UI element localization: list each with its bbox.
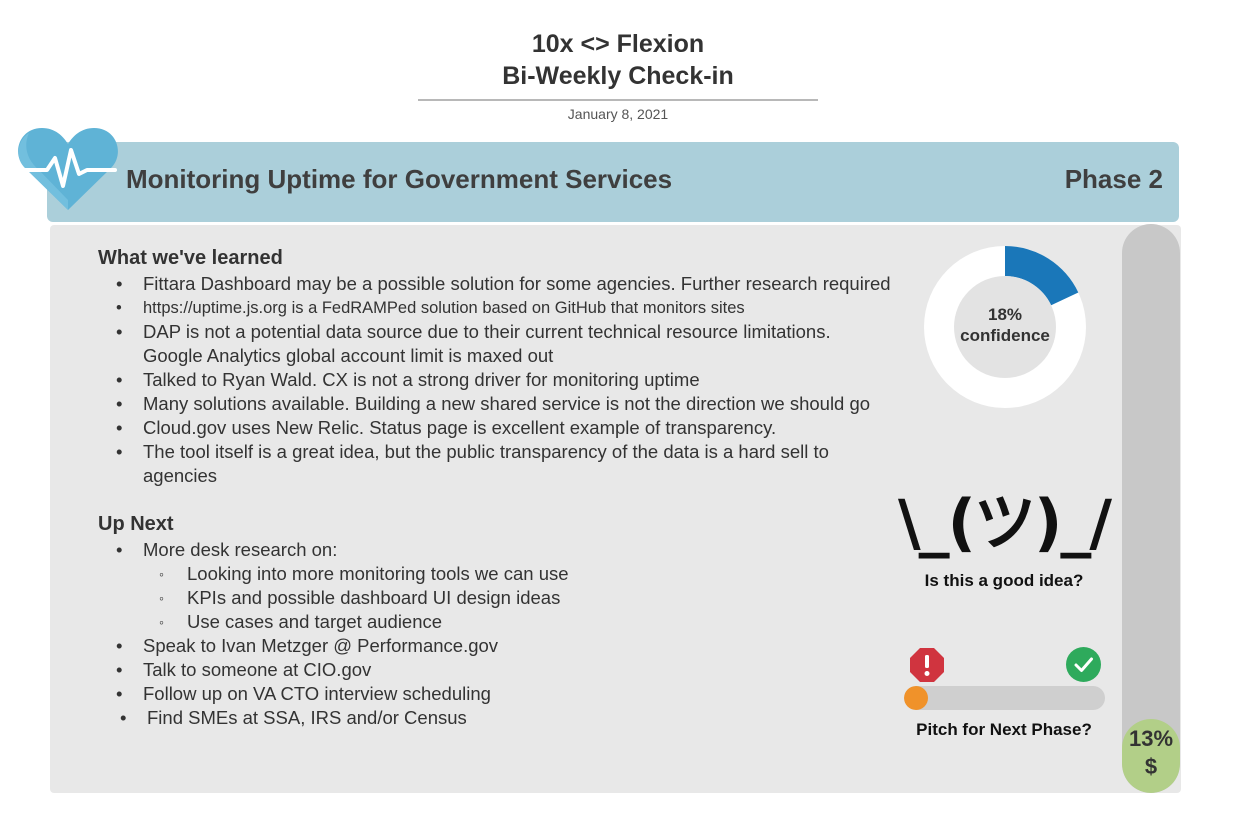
up-next-list: More desk research on: Looking into more… [98,538,893,730]
page-title: 10x <> Flexion [531,30,705,58]
date-label: January 8, 2021 [567,106,669,122]
title-block: 10x <> Flexion Bi-Weekly Check-in [418,28,818,92]
list-item: Follow up on VA CTO interview scheduling [98,682,893,706]
page-subtitle: Bi-Weekly Check-in [502,62,734,90]
list-item: Many solutions available. Building a new… [98,392,893,416]
list-item: Find SMEs at SSA, IRS and/or Census [98,706,893,730]
shrug-emoticon: \_(ツ)_/ [898,486,1112,559]
dollar-sign: $ [1144,754,1158,779]
check-circle-icon [1066,647,1101,682]
sub-list-item: KPIs and possible dashboard UI design id… [98,586,893,610]
sub-list-item: Looking into more monitoring tools we ca… [98,562,893,586]
confidence-label: 18% confidence [924,304,1086,346]
list-item: DAP is not a potential data source due t… [98,320,893,368]
list-item: https://uptime.js.org is a FedRAMPed sol… [98,296,893,320]
learned-list: Fittara Dashboard may be a possible solu… [98,272,893,488]
project-banner: Monitoring Uptime for Government Service… [47,142,1179,222]
content-column: What we've learned Fittara Dashboard may… [98,244,893,730]
funding-percent: 13% [1128,726,1174,751]
pitch-label: Pitch for Next Phase? [916,720,1092,739]
list-item: The tool itself is a great idea, but the… [98,440,893,488]
list-item: More desk research on: [98,538,893,562]
good-idea-question: Is this a good idea? [924,571,1084,590]
confidence-text: confidence [960,326,1050,345]
project-title: Monitoring Uptime for Government Service… [126,164,673,194]
phase-label: Phase 2 [1064,164,1163,194]
funding-meter-track [1122,224,1180,793]
pitch-progress-track [904,686,1105,710]
title-divider [418,99,818,101]
heartbeat-heart-icon [18,128,118,210]
up-next-heading: Up Next [98,513,174,535]
slide: 10x <> Flexion Bi-Weekly Check-in Januar… [0,0,1236,824]
pitch-progress-fill [904,686,929,710]
list-item: Talked to Ryan Wald. CX is not a strong … [98,368,893,392]
list-item: Talk to someone at CIO.gov [98,658,893,682]
funding-label: 13% $ [1122,725,1180,781]
list-item: Speak to Ivan Metzger @ Performance.gov [98,634,893,658]
list-item: Fittara Dashboard may be a possible solu… [98,272,893,296]
confidence-percent: 18% [987,305,1023,324]
sub-list-item: Use cases and target audience [98,610,893,634]
learned-heading: What we've learned [98,247,283,269]
stop-sign-icon [910,648,944,682]
list-item: Cloud.gov uses New Relic. Status page is… [98,416,893,440]
